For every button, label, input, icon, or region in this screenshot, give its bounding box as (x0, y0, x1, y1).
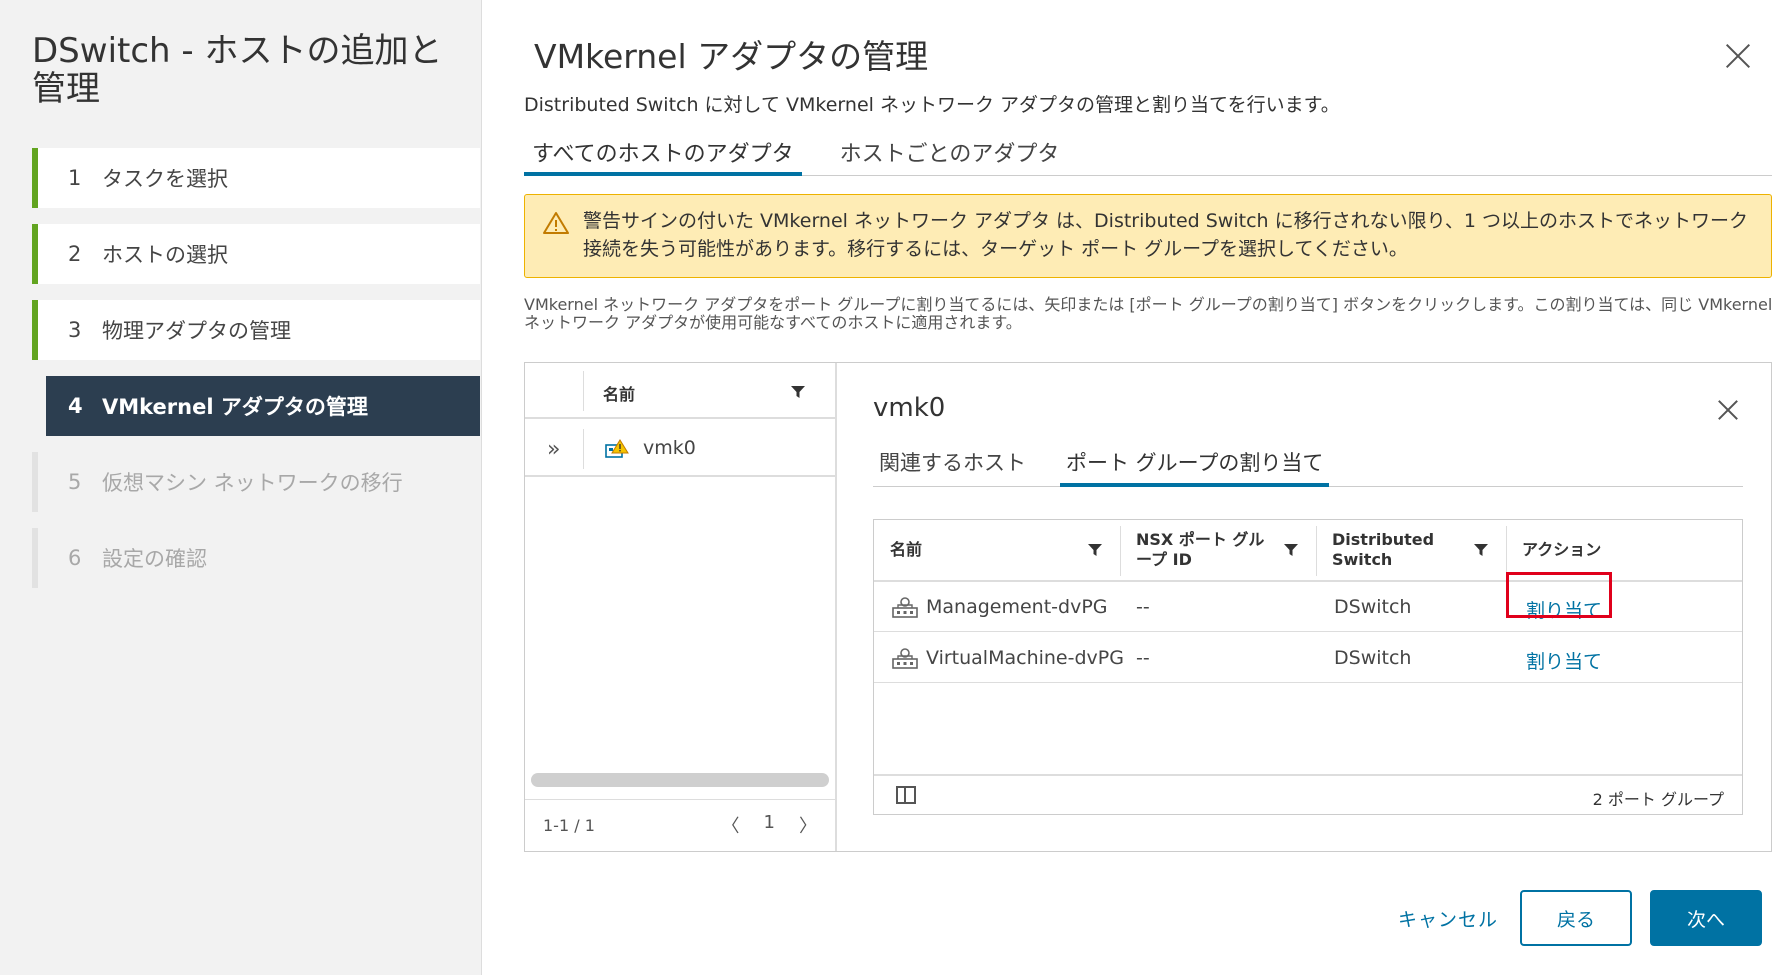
wizard-title: DSwitch - ホストの追加と管理 (32, 31, 443, 109)
back-button[interactable]: 戻る (1520, 890, 1632, 946)
vmkernel-warning-icon (605, 439, 629, 458)
step-number: 4 (68, 394, 83, 418)
step-label: 物理アダプタの管理 (102, 319, 291, 343)
next-page-icon[interactable]: 〉 (799, 812, 817, 838)
port-group-grid-footer: 2 ポート グループ (874, 774, 1742, 814)
step-number: 5 (68, 470, 82, 494)
next-button[interactable]: 次へ (1650, 890, 1762, 946)
adapter-split-pane: 名前 » vmk0 1-1 / 1 〈 1 〉 vmk0 関連するホスト ポート… (524, 362, 1772, 852)
table-row[interactable]: » vmk0 (525, 421, 835, 477)
adapter-name: vmk0 (643, 437, 696, 459)
step-label: タスクを選択 (102, 167, 228, 191)
wizard-sidebar: DSwitch - ホストの追加と管理 1 タスクを選択 2 ホストの選択 3 … (0, 0, 482, 975)
total-count: 2 ポート グループ (1592, 790, 1724, 809)
column-header-distributed-switch[interactable]: Distributed Switch (1316, 520, 1436, 580)
nsx-id-value: -- (1136, 596, 1150, 618)
column-divider (583, 429, 584, 469)
expand-arrow-icon[interactable]: » (547, 437, 560, 462)
step-label: ホストの選択 (102, 243, 228, 267)
adapter-detail-pane: vmk0 関連するホスト ポート グループの割り当て 名前 NSX ポート グル… (839, 363, 1771, 851)
close-detail-icon[interactable] (1715, 397, 1741, 423)
filter-icon[interactable] (791, 385, 805, 399)
page-number: 1 (763, 812, 775, 833)
column-header-nsx-id[interactable]: NSX ポート グループ ID (1120, 520, 1270, 580)
page-subtitle: Distributed Switch に対して VMkernel ネットワーク … (524, 94, 1340, 116)
adapter-grid-footer: 1-1 / 1 〈 1 〉 (525, 799, 835, 851)
adapter-grid: 名前 » vmk0 1-1 / 1 〈 1 〉 (525, 363, 837, 851)
step-number: 6 (68, 546, 82, 570)
wizard-step-6: 6 設定の確認 (32, 528, 480, 588)
wizard-step-2[interactable]: 2 ホストの選択 (32, 224, 480, 284)
step-label: 設定の確認 (102, 547, 207, 571)
dialog-footer: キャンセル 戻る 次へ (1398, 890, 1762, 946)
step-number: 3 (68, 318, 82, 342)
close-dialog-icon[interactable] (1722, 40, 1754, 72)
port-group-icon (892, 648, 918, 669)
wizard-steps: 1 タスクを選択 2 ホストの選択 3 物理アダプタの管理 4 VMkernel… (32, 148, 480, 604)
horizontal-scrollbar[interactable] (531, 773, 829, 787)
warning-alert: 警告サインの付いた VMkernel ネットワーク アダプタ は、Distrib… (524, 194, 1772, 278)
tab-port-group-assignment[interactable]: ポート グループの割り当て (1060, 443, 1330, 487)
filter-icon[interactable] (1284, 543, 1298, 557)
tab-related-hosts[interactable]: 関連するホスト (873, 443, 1032, 487)
switch-value: DSwitch (1334, 647, 1412, 669)
column-header-action: アクション (1522, 540, 1602, 559)
alert-text: 警告サインの付いた VMkernel ネットワーク アダプタ は、Distrib… (583, 210, 1748, 260)
column-header-name[interactable]: 名前 (603, 381, 635, 405)
switch-value: DSwitch (1334, 596, 1412, 618)
adapter-grid-header: 名前 (525, 363, 835, 419)
tab-per-host-adapters[interactable]: ホストごとのアダプタ (832, 132, 1068, 176)
prev-page-icon[interactable]: 〈 (722, 812, 740, 838)
detail-title: vmk0 (873, 393, 946, 423)
wizard-step-5: 5 仮想マシン ネットワークの移行 (32, 452, 480, 512)
cancel-button[interactable]: キャンセル (1398, 905, 1498, 932)
pagination: 〈 1 〉 (722, 812, 817, 838)
filter-icon[interactable] (1474, 543, 1488, 557)
port-group-grid: 名前 NSX ポート グループ ID Distributed Switch アク… (873, 519, 1743, 815)
step-label: 仮想マシン ネットワークの移行 (102, 471, 403, 495)
detail-tabs: 関連するホスト ポート グループの割り当て (873, 443, 1743, 487)
column-toggle-icon[interactable] (896, 786, 916, 804)
page-title: VMkernel アダプタの管理 (534, 37, 929, 76)
port-group-name: Management-dvPG (926, 596, 1108, 618)
highlight-box (1506, 572, 1612, 618)
nsx-id-value: -- (1136, 647, 1150, 669)
column-header-name[interactable]: 名前 (874, 520, 1120, 580)
warning-icon (543, 212, 569, 234)
main-panel: VMkernel アダプタの管理 Distributed Switch に対して… (482, 0, 1792, 975)
wizard-step-4[interactable]: 4 VMkernel アダプタの管理 (46, 376, 480, 436)
port-group-icon (892, 597, 918, 618)
filter-icon[interactable] (1088, 543, 1102, 557)
port-group-name: VirtualMachine-dvPG (926, 647, 1124, 669)
table-row[interactable]: VirtualMachine-dvPG -- DSwitch 割り当て (874, 633, 1742, 683)
assign-link[interactable]: 割り当て (1526, 647, 1602, 674)
item-count: 1-1 / 1 (543, 816, 595, 835)
step-number: 2 (68, 242, 82, 266)
tab-all-hosts-adapters[interactable]: すべてのホストのアダプタ (524, 132, 802, 176)
info-text: VMkernel ネットワーク アダプタをポート グループに割り当てるには、矢印… (524, 295, 1773, 332)
wizard-step-1[interactable]: 1 タスクを選択 (32, 148, 480, 208)
step-number: 1 (68, 166, 82, 190)
step-label: VMkernel アダプタの管理 (102, 395, 368, 419)
adapter-tabs: すべてのホストのアダプタ ホストごとのアダプタ (524, 132, 1772, 176)
column-divider (583, 371, 584, 411)
wizard-step-3[interactable]: 3 物理アダプタの管理 (32, 300, 480, 360)
